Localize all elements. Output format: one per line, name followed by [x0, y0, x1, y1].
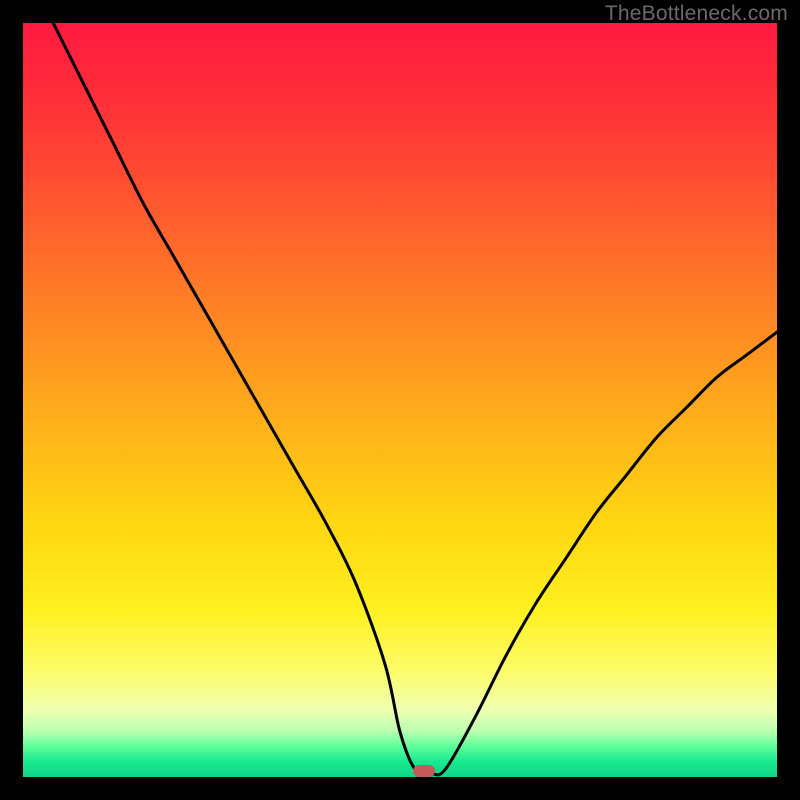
minimum-marker [413, 765, 435, 777]
bottleneck-curve [23, 23, 777, 777]
plot-area [23, 23, 777, 777]
chart-frame: TheBottleneck.com [0, 0, 800, 800]
